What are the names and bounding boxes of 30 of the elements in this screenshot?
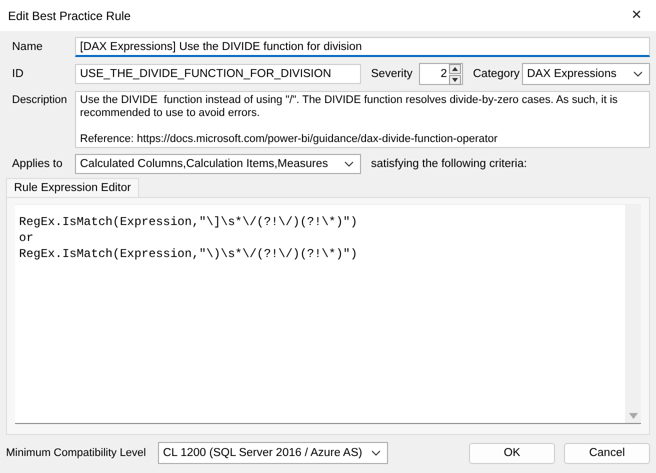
up-arrow-icon[interactable] bbox=[449, 64, 461, 74]
field-label: Name bbox=[11, 41, 44, 53]
code-line: RegEx.IsMatch(Expression,"\)\s*\/(?!\/)(?!\*)") bbox=[19, 246, 358, 262]
id-field[interactable]: USE_THE_DIVIDE_FUNCTION_FOR_DIVISION bbox=[75, 64, 361, 84]
severity-spinner[interactable]: 2 bbox=[419, 63, 463, 85]
chevron-down-icon bbox=[633, 71, 643, 77]
code-line: or bbox=[19, 230, 34, 246]
field-label: ID bbox=[11, 68, 24, 80]
name-field[interactable]: [DAX Expressions] Use the DIVIDE function for division bbox=[75, 37, 650, 57]
code-editor[interactable]: RegEx.IsMatch(Expression,"\]\s*\/(?!\/)(?!\*)") or RegEx.IsMatch(Expression,"\)\s*\/(?!\/)(?!\*)") bbox=[15, 204, 641, 424]
field-label: Severity bbox=[371, 68, 414, 80]
field-label: Applies to bbox=[11, 158, 64, 170]
dialog-button[interactable]: OK bbox=[469, 442, 555, 464]
criteria-label: satisfying the following criteria: bbox=[371, 158, 527, 170]
window-title: Edit Best Practice Rule bbox=[8, 8, 131, 22]
field-label: Description bbox=[11, 93, 68, 106]
scrollbar[interactable] bbox=[625, 205, 641, 423]
dropdown[interactable]: CL 1200 (SQL Server 2016 / Azure AS) bbox=[158, 442, 388, 464]
dialog-button[interactable]: Cancel bbox=[564, 442, 650, 464]
chevron-down-icon bbox=[371, 450, 381, 456]
field-label: Category bbox=[473, 68, 521, 80]
chevron-down-icon bbox=[344, 161, 354, 167]
code-line: RegEx.IsMatch(Expression,"\]\s*\/(?!\/)(?!\*)") bbox=[19, 214, 358, 230]
dropdown[interactable]: DAX Expressions bbox=[522, 63, 650, 85]
down-arrow-icon[interactable] bbox=[449, 74, 461, 84]
tab[interactable]: Rule Expression Editor bbox=[6, 178, 139, 197]
dropdown[interactable]: Calculated Columns,Calculation Items,Measures bbox=[75, 154, 361, 174]
field-label: Minimum Compatibility Level bbox=[6, 447, 146, 459]
close-button[interactable]: ✕ bbox=[627, 8, 646, 23]
description-field[interactable]: Use the DIVIDE function instead of using "/". The DIVIDE function resolves divide-by-zero cases. As such, it is recommended to use to avoid errors. Reference: https://docs.microsoft.com/power-bi/guidance/dax-divide-function-operator bbox=[75, 91, 650, 148]
